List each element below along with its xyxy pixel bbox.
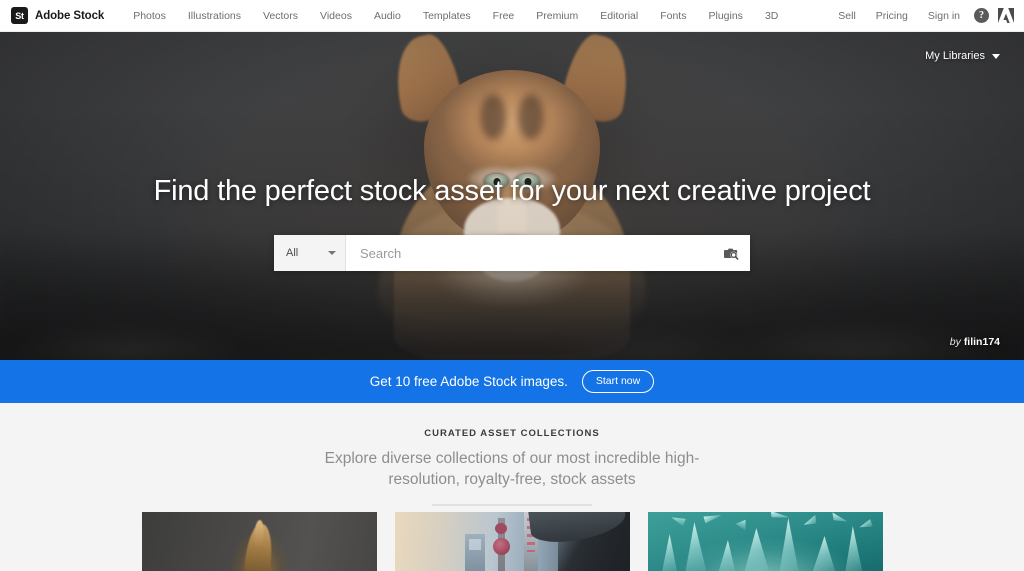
nav-item-templates[interactable]: Templates — [412, 0, 482, 32]
building-shape — [465, 534, 485, 571]
search-input[interactable] — [346, 235, 712, 271]
nav-item-illustrations[interactable]: Illustrations — [177, 0, 252, 32]
hero-banner: My Libraries Find the perfect stock asse… — [0, 32, 1024, 360]
pearl-tower-shape — [492, 518, 510, 571]
my-libraries-label: My Libraries — [925, 50, 985, 62]
camera-search-icon[interactable] — [712, 235, 750, 271]
primary-nav-links: Photos Illustrations Vectors Videos Audi… — [122, 0, 789, 32]
collection-card-teal-crystal[interactable] — [647, 512, 883, 571]
photo-credit-author: filin174 — [963, 336, 1000, 348]
chevron-down-icon — [992, 53, 1000, 59]
brand-home-link[interactable]: St Adobe Stock — [11, 7, 104, 24]
help-icon[interactable]: ? — [974, 8, 989, 23]
brand-name: Adobe Stock — [35, 9, 105, 22]
secondary-nav-links: Sell Pricing Sign in ? — [828, 0, 1024, 32]
adobe-logo-icon[interactable] — [998, 8, 1014, 23]
top-navigation-bar: St Adobe Stock Photos Illustrations Vect… — [0, 0, 1024, 32]
promo-text: Get 10 free Adobe Stock images. — [369, 374, 568, 389]
nav-item-sign-in[interactable]: Sign in — [918, 0, 970, 32]
start-now-button[interactable]: Start now — [581, 370, 655, 393]
nav-item-sell[interactable]: Sell — [828, 0, 866, 32]
nav-item-fonts[interactable]: Fonts — [649, 0, 697, 32]
collection-card-dried-plant[interactable] — [141, 512, 377, 571]
section-subheading-line-2: resolution, royalty-free, stock assets — [388, 471, 636, 488]
nav-item-vectors[interactable]: Vectors — [252, 0, 309, 32]
nav-item-editorial[interactable]: Editorial — [589, 0, 649, 32]
collection-card-shanghai-skyline[interactable] — [394, 512, 630, 571]
nav-item-photos[interactable]: Photos — [122, 0, 177, 32]
nav-item-pricing[interactable]: Pricing — [866, 0, 918, 32]
search-bar: All — [274, 235, 750, 271]
photo-credit: by filin174 — [950, 336, 1000, 348]
nav-item-audio[interactable]: Audio — [363, 0, 412, 32]
hero-headline: Find the perfect stock asset for your ne… — [153, 175, 871, 207]
my-libraries-button[interactable]: My Libraries — [925, 50, 1000, 62]
section-divider — [432, 504, 592, 506]
promo-banner: Get 10 free Adobe Stock images. Start no… — [0, 360, 1024, 403]
nav-item-premium[interactable]: Premium — [525, 0, 589, 32]
search-scope-label: All — [286, 247, 299, 259]
adobe-stock-homepage: St Adobe Stock Photos Illustrations Vect… — [0, 0, 1024, 571]
section-subheading: Explore diverse collections of our most … — [0, 448, 1024, 490]
chevron-down-icon — [328, 251, 336, 255]
photo-credit-prefix: by — [949, 336, 961, 348]
curated-collections-section: CURATED ASSET COLLECTIONS Explore divers… — [0, 403, 1024, 571]
section-eyebrow: CURATED ASSET COLLECTIONS — [424, 428, 600, 439]
collection-cards — [0, 512, 1024, 571]
section-subheading-line-1: Explore diverse collections of our most … — [324, 450, 700, 467]
nav-item-3d[interactable]: 3D — [754, 0, 789, 32]
nav-item-plugins[interactable]: Plugins — [697, 0, 753, 32]
nav-item-free[interactable]: Free — [482, 0, 526, 32]
search-scope-dropdown[interactable]: All — [274, 235, 346, 271]
nav-item-videos[interactable]: Videos — [309, 0, 363, 32]
adobe-stock-logo-icon: St — [11, 7, 28, 24]
crystal-shards — [648, 512, 883, 571]
